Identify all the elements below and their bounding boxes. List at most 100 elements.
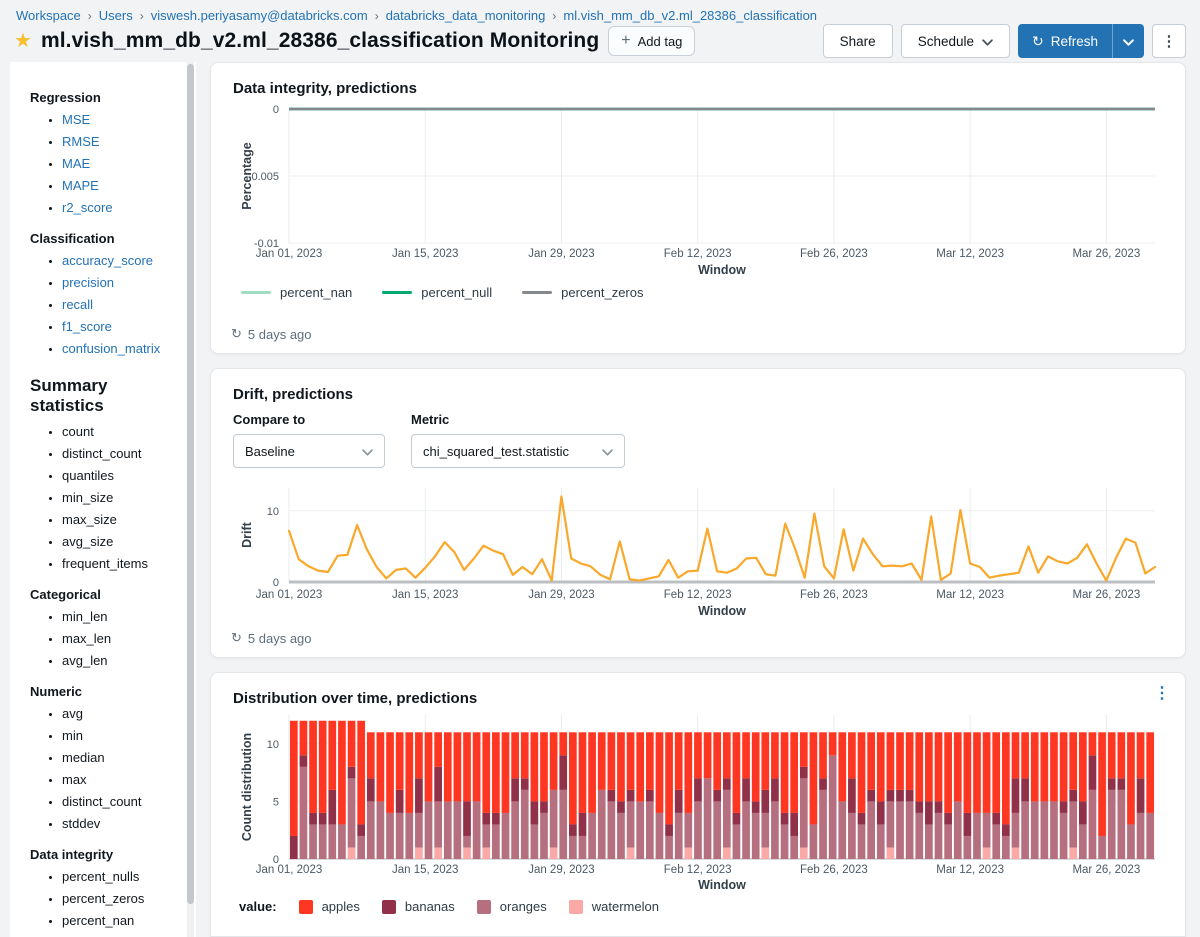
sidebar-item-accuracy_score[interactable]: accuracy_score xyxy=(62,253,182,268)
svg-text:Window: Window xyxy=(698,878,746,892)
add-tag-label: Add tag xyxy=(637,33,683,49)
sidebar-item-stddev: stddev xyxy=(62,816,182,831)
breadcrumb-separator: › xyxy=(87,8,92,23)
add-tag-button[interactable]: + Add tag xyxy=(608,26,696,56)
svg-text:Drift: Drift xyxy=(240,521,254,548)
last-refreshed-label: 5 days ago xyxy=(247,630,312,646)
metrics-sidebar: Regression MSE RMSE MAE MAPE r2_score Classifi… xyxy=(10,62,196,937)
sidebar-item-min_size: min_size xyxy=(62,490,182,505)
refresh-button[interactable]: ↻ Refresh xyxy=(1017,24,1112,58)
compare-to-value: Baseline xyxy=(245,443,295,459)
chevron-down-icon xyxy=(982,34,993,49)
breadcrumb-link[interactable]: viswesh.periyasamy@databricks.com xyxy=(151,8,368,23)
svg-text:Jan 15, 2023: Jan 15, 2023 xyxy=(392,589,459,601)
sidebar-item-MAPE[interactable]: MAPE xyxy=(62,178,182,193)
svg-text:0: 0 xyxy=(273,104,279,116)
legend-swatch-icon xyxy=(381,899,396,914)
refresh-icon: ↻ xyxy=(231,326,242,341)
header-actions: Share Schedule ↻ Refresh ⋮ xyxy=(822,24,1186,58)
sidebar-item-percent_nan: percent_nan xyxy=(62,913,182,928)
legend-item-apples[interactable]: apples xyxy=(298,899,360,914)
sidebar-section-list: count distinct_count quantiles min_size max_… xyxy=(30,424,182,571)
sidebar-item-MSE[interactable]: MSE xyxy=(62,112,182,127)
legend-swatch-icon xyxy=(568,899,583,914)
legend-label: percent_nan xyxy=(280,285,353,300)
breadcrumb-link[interactable]: databricks_data_monitoring xyxy=(386,8,546,23)
svg-text:Jan 29, 2023: Jan 29, 2023 xyxy=(528,248,595,260)
svg-text:Jan 01, 2023: Jan 01, 2023 xyxy=(256,589,323,601)
refresh-label: Refresh xyxy=(1050,33,1098,49)
drift-controls: Compare to Baseline Metric chi_squared_t… xyxy=(211,403,1185,468)
schedule-label: Schedule xyxy=(917,33,974,49)
breadcrumb-link[interactable]: Workspace xyxy=(16,8,81,23)
svg-text:Feb 26, 2023: Feb 26, 2023 xyxy=(800,589,868,601)
legend-swatch-icon xyxy=(241,291,271,294)
sidebar-item-precision[interactable]: precision xyxy=(62,275,182,290)
distribution-card: Distribution over time, predictions ⋮ 05… xyxy=(210,672,1186,937)
sidebar-item-RMSE[interactable]: RMSE xyxy=(62,134,182,149)
card-title: Drift, predictions xyxy=(233,386,354,403)
sidebar-scrollbar-thumb[interactable] xyxy=(187,64,194,904)
sidebar-section-list: avg min median max distinct_countstddev xyxy=(30,706,182,831)
sidebar-item-MAE[interactable]: MAE xyxy=(62,156,182,171)
data-integrity-card: Data integrity, predictions 0 -0.005 -0.01… xyxy=(210,62,1186,354)
sidebar-item-avg_len: avg_len xyxy=(62,653,182,668)
legend-item-oranges[interactable]: oranges xyxy=(476,899,547,914)
legend-item-percent_zeros[interactable]: percent_zeros xyxy=(522,285,644,300)
share-label: Share xyxy=(839,33,876,49)
sidebar-item-frequent_items: frequent_items xyxy=(62,556,182,571)
svg-text:10: 10 xyxy=(267,506,279,518)
svg-text:Feb 26, 2023: Feb 26, 2023 xyxy=(800,248,868,260)
favorite-star-icon[interactable]: ★ xyxy=(14,31,32,51)
legend-label: watermelon xyxy=(591,899,659,914)
breadcrumb-link[interactable]: ml.vish_mm_db_v2.ml_28386_classification xyxy=(563,8,817,23)
header-kebab-button[interactable]: ⋮ xyxy=(1152,24,1186,58)
card-kebab-button[interactable]: ⋮ xyxy=(1154,686,1170,702)
schedule-button[interactable]: Schedule xyxy=(900,24,1010,58)
svg-text:Jan 29, 2023: Jan 29, 2023 xyxy=(528,589,595,601)
sidebar-section-title: Numeric xyxy=(30,684,83,700)
sidebar-section-title: Categorical xyxy=(30,587,101,603)
compare-to-select[interactable]: Baseline xyxy=(233,434,385,468)
drift-card: Drift, predictions Compare to Baseline M… xyxy=(210,368,1186,658)
legend-label: oranges xyxy=(499,899,547,914)
sidebar-item-f1_score[interactable]: f1_score xyxy=(62,319,182,334)
sidebar-item-avg_size: avg_size xyxy=(62,534,182,549)
svg-text:Jan 01, 2023: Jan 01, 2023 xyxy=(256,248,323,260)
svg-text:Mar 26, 2023: Mar 26, 2023 xyxy=(1072,248,1140,260)
legend-item-percent_nan[interactable]: percent_nan xyxy=(241,285,352,300)
sidebar-item-max_len: max_len xyxy=(62,631,182,646)
legend-item-bananas[interactable]: bananas xyxy=(381,899,455,914)
legend-item-percent_null[interactable]: percent_null xyxy=(382,285,492,300)
last-refreshed-label: 5 days ago xyxy=(247,326,312,342)
svg-text:10: 10 xyxy=(267,739,279,751)
share-button[interactable]: Share xyxy=(822,24,893,58)
metric-select[interactable]: chi_squared_test.statistic xyxy=(411,434,625,468)
legend-swatch-icon xyxy=(298,899,313,914)
sidebar-item-r2_score[interactable]: r2_score xyxy=(62,200,182,215)
sidebar-item-min_len: min_len xyxy=(62,609,182,624)
svg-text:Mar 12, 2023: Mar 12, 2023 xyxy=(936,589,1004,601)
sidebar-item-recall[interactable]: recall xyxy=(62,297,182,312)
svg-text:0: 0 xyxy=(273,577,279,589)
breadcrumb-link[interactable]: Users xyxy=(99,8,133,23)
svg-text:Mar 26, 2023: Mar 26, 2023 xyxy=(1072,864,1140,876)
svg-text:Window: Window xyxy=(698,604,746,618)
sidebar-section-list: percent_nulls percent_zeros percent_nan xyxy=(30,869,182,928)
legend-label: percent_null xyxy=(421,285,493,300)
metric-label: Metric xyxy=(411,412,450,427)
sidebar-scrollbar[interactable] xyxy=(187,62,194,937)
refresh-dropdown-button[interactable] xyxy=(1112,24,1144,58)
sidebar-item-confusion_matrix[interactable]: confusion_matrix xyxy=(62,341,182,356)
metric-value: chi_squared_test.statistic xyxy=(423,443,569,459)
sidebar-item-percent_nulls: percent_nulls xyxy=(62,869,182,884)
svg-text:Mar 12, 2023: Mar 12, 2023 xyxy=(936,864,1004,876)
svg-text:Mar 26, 2023: Mar 26, 2023 xyxy=(1072,589,1140,601)
legend-swatch-icon xyxy=(476,899,491,914)
kebab-icon: ⋮ xyxy=(1161,33,1177,50)
sidebar-item-avg: avg xyxy=(62,706,182,721)
refresh-icon: ↻ xyxy=(1031,32,1044,49)
legend-item-watermelon[interactable]: watermelon xyxy=(568,899,659,914)
sidebar-item-quantiles: quantiles xyxy=(62,468,182,483)
sidebar-section-title: Regression xyxy=(30,90,101,105)
